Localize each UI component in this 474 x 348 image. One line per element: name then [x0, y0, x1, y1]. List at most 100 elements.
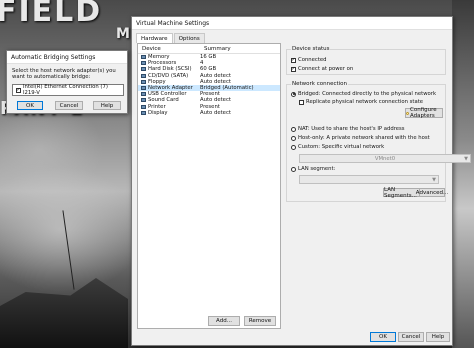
lan-segment-label: LAN segment:	[298, 166, 336, 172]
memory-icon	[141, 55, 146, 60]
sound-card-icon	[141, 98, 146, 103]
bridging-dialog-titlebar[interactable]: Automatic Bridging Settings	[7, 51, 127, 64]
hardware-summary: 16 GB	[200, 54, 217, 61]
processor-icon	[141, 61, 146, 66]
adapter-list: ✓ Intel(R) Ethernet Connection (7) I219-…	[12, 84, 124, 96]
bridging-ok-button[interactable]: OK	[17, 101, 43, 110]
checkbox-checked-icon: ✓	[291, 65, 296, 72]
configure-adapters-label: Configure Adapters	[410, 107, 437, 119]
cancel-button[interactable]: Cancel	[398, 332, 424, 342]
hardware-summary: Auto detect	[200, 97, 231, 104]
bridging-help-button[interactable]: Help	[93, 101, 121, 110]
tab-hardware[interactable]: Hardware	[136, 33, 173, 43]
checkbox-checked-icon: ✓	[291, 56, 296, 63]
hardware-summary: 60 GB	[200, 66, 217, 73]
summary-column-header[interactable]: Summary	[204, 46, 231, 52]
replicate-checkbox[interactable]: Replicate physical network connection st…	[299, 99, 423, 105]
custom-radio[interactable]: Custom: Specific virtual network	[291, 144, 384, 150]
hardware-summary: Auto detect	[200, 109, 231, 116]
ok-button[interactable]: OK	[370, 332, 396, 342]
device-status-group: Device status ✓ Connected ✓ Connect at pow…	[286, 46, 446, 75]
bridging-dialog-title: Automatic Bridging Settings	[11, 53, 96, 61]
hardware-row[interactable]: Sound Card Auto detect	[138, 97, 280, 103]
hardware-device: USB Controller	[148, 91, 187, 98]
hardware-device: Display	[148, 109, 168, 116]
help-button[interactable]: Help	[426, 332, 450, 342]
adapter-label[interactable]: Intel(R) Ethernet Connection (7) I219-V	[23, 84, 123, 96]
remove-hardware-button[interactable]: Remove	[244, 316, 276, 326]
replicate-label: Replicate physical network connection st…	[306, 99, 424, 105]
custom-label: Custom: Specific virtual network	[298, 144, 385, 150]
configure-adapters-icon	[406, 111, 409, 115]
hardware-device: Network Adapter	[148, 85, 193, 92]
custom-vmnet-value: VMnet0	[374, 155, 396, 162]
device-status-title: Device status	[291, 46, 331, 52]
bridging-dialog: Automatic Bridging Settings Select the h…	[6, 50, 128, 114]
custom-vmnet-select[interactable]: VMnet0 ▼	[299, 154, 471, 163]
hardware-device: Processors	[148, 60, 177, 67]
checkbox-unchecked-icon	[299, 99, 304, 105]
hardware-device: Hard Disk (SCSI)	[148, 66, 192, 73]
hardware-device: Sound Card	[148, 97, 179, 104]
background-right-strip	[452, 0, 474, 348]
vm-settings-title: Virtual Machine Settings	[136, 19, 210, 27]
device-column-header[interactable]: Device	[138, 46, 204, 52]
bridging-cancel-button[interactable]: Cancel	[55, 101, 83, 110]
hardware-row-selected[interactable]: Network Adapter Bridged (Automatic)	[138, 84, 280, 92]
hardware-device: Floppy	[148, 78, 166, 85]
hardware-summary: 4	[200, 60, 204, 67]
hardware-summary: Auto detect	[200, 78, 231, 85]
chevron-down-icon: ▼	[464, 156, 468, 162]
hardware-row[interactable]: Floppy Auto detect	[138, 79, 280, 85]
advanced-button[interactable]: Advanced...	[416, 188, 448, 197]
radio-unselected-icon	[291, 126, 296, 132]
hardware-list-header: Device Summary	[138, 44, 280, 54]
network-connection-group: Network connection Bridged: Connected di…	[286, 81, 471, 202]
poster-title-top: FIELD	[0, 0, 103, 29]
vm-settings-titlebar[interactable]: Virtual Machine Settings	[132, 17, 452, 30]
connected-label: Connected	[298, 57, 327, 63]
configure-adapters-button[interactable]: Configure Adapters	[405, 107, 443, 119]
connected-checkbox[interactable]: ✓ Connected	[291, 57, 327, 63]
host-only-radio[interactable]: Host-only: A private network shared with…	[291, 135, 430, 141]
hardware-list: Device Summary Memory 16 GB Processors 4 H…	[137, 43, 281, 329]
hardware-row[interactable]: USB Controller Present	[138, 91, 280, 97]
network-adapter-icon	[141, 86, 146, 91]
lan-segment-radio[interactable]: LAN segment:	[291, 166, 335, 172]
vm-settings-window: Virtual Machine Settings Hardware Option…	[131, 16, 471, 346]
hardware-row[interactable]: Hard Disk (SCSI) 60 GB	[138, 66, 280, 72]
hardware-row[interactable]: Display Auto detect	[138, 110, 280, 116]
bridging-prompt: Select the host network adapter(s) you w…	[12, 68, 116, 81]
cd-dvd-icon	[141, 73, 146, 78]
nat-radio[interactable]: NAT: Used to share the host's IP address	[291, 126, 405, 132]
hardware-summary: Bridged (Automatic)	[200, 85, 254, 92]
connect-power-on-checkbox[interactable]: ✓ Connect at power on	[291, 66, 353, 72]
nat-label: NAT: Used to share the host's IP address	[298, 126, 405, 132]
hardware-device: Memory	[148, 54, 170, 61]
radio-unselected-icon	[291, 166, 296, 172]
vm-settings-tabs: Hardware Options	[136, 33, 206, 43]
radio-unselected-icon	[291, 144, 296, 150]
tab-options[interactable]: Options	[173, 33, 205, 43]
lan-segment-select[interactable]: ▼	[299, 175, 439, 184]
hardware-row[interactable]: Memory 16 GB	[138, 54, 280, 60]
display-icon	[141, 110, 146, 115]
floppy-icon	[141, 79, 146, 84]
hardware-summary: Present	[200, 91, 220, 98]
hardware-row[interactable]: Printer Present	[138, 104, 280, 110]
hardware-row[interactable]: Processors 4	[138, 60, 280, 66]
adapter-checkbox[interactable]: ✓	[16, 87, 21, 93]
bridged-label: Bridged: Connected directly to the physi…	[298, 91, 437, 97]
usb-icon	[141, 92, 146, 97]
printer-icon	[141, 104, 146, 109]
add-hardware-button[interactable]: Add...	[208, 316, 240, 326]
connect-power-on-label: Connect at power on	[298, 66, 354, 72]
hard-disk-icon	[141, 67, 146, 72]
host-only-label: Host-only: A private network shared with…	[298, 135, 430, 141]
hardware-device: Printer	[148, 103, 166, 110]
hardware-row[interactable]: CD/DVD (SATA) Auto detect	[138, 73, 280, 79]
bridged-radio[interactable]: Bridged: Connected directly to the physi…	[291, 91, 436, 97]
network-connection-title: Network connection	[291, 81, 349, 87]
hardware-device: CD/DVD (SATA)	[148, 72, 189, 79]
hardware-summary: Present	[200, 103, 220, 110]
